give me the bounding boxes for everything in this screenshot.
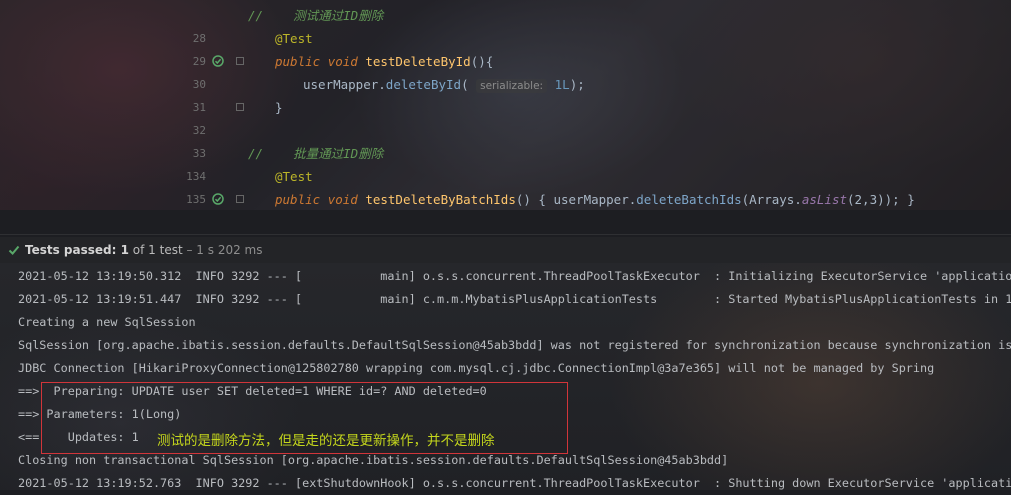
console-line: Creating a new SqlSession — [18, 315, 196, 329]
code-annotation: @Test — [275, 31, 313, 46]
code-text: public void testDeleteById(){ — [275, 50, 493, 73]
keyword: void — [327, 192, 358, 207]
code-line: 135 @Test — [0, 165, 1011, 206]
code-editor[interactable]: 28 // 测试通过ID删除 29 @Test 30 public void t… — [0, 0, 1011, 210]
fold-toggle-icon[interactable] — [236, 195, 244, 203]
code-annotation: @Test — [275, 169, 313, 184]
parameter-hint: serializable: — [476, 79, 548, 93]
console-line: SqlSession [org.apache.ibatis.session.de… — [18, 338, 1011, 352]
code-punct: (){ — [470, 54, 494, 69]
panel-divider[interactable] — [0, 234, 1011, 235]
tests-duration: – 1 s 202 ms — [182, 243, 263, 257]
method-name: testDeleteByBatchIds — [365, 192, 516, 207]
annotation-note: 测试的是删除方法，但是走的还是更新操作，并不是删除 — [157, 433, 495, 449]
code-line: 32 } — [0, 96, 1011, 137]
code-line: 33 — [0, 119, 1011, 160]
code-line: 29 @Test — [0, 27, 1011, 68]
console-line: 2021-05-12 13:19:52.763 INFO 3292 --- [e… — [18, 476, 1011, 490]
method-call: deleteById — [385, 77, 462, 92]
method-name: testDeleteById — [365, 54, 471, 69]
keyword: public — [275, 54, 321, 69]
code-text: public void testDeleteByBatchIds() { use… — [275, 188, 915, 210]
code-punct: ( — [461, 77, 469, 92]
number-literal: 1L — [554, 77, 570, 92]
console-line: 2021-05-12 13:19:50.312 INFO 3292 --- [ … — [18, 269, 1011, 283]
code-comment: // 批量通过ID删除 — [248, 146, 384, 161]
run-test-passed-icon[interactable] — [212, 55, 224, 67]
fold-toggle-icon[interactable] — [236, 57, 244, 65]
console-line: 2021-05-12 13:19:51.447 INFO 3292 --- [ … — [18, 292, 1011, 306]
code-text: (2,3)); } — [847, 192, 915, 207]
code-line: 30 public void testDeleteById(){ — [0, 50, 1011, 91]
run-test-passed-icon[interactable] — [212, 193, 224, 205]
code-object: userMapper. — [303, 77, 386, 92]
code-text: userMapper.deleteById( serializable: 1L)… — [303, 73, 585, 98]
keyword: void — [327, 54, 358, 69]
keyword: public — [275, 192, 321, 207]
tests-passed-count: 1 — [120, 243, 129, 257]
tests-total: of 1 test — [128, 243, 183, 257]
code-text: () { userMapper. — [515, 192, 637, 207]
console-line: JDBC Connection [HikariProxyConnection@1… — [18, 361, 935, 375]
code-text: (Arrays. — [741, 192, 802, 207]
tests-status-prefix: Tests passed: — [25, 243, 121, 257]
tests-status-text: Tests passed: 1 of 1 test – 1 s 202 ms — [25, 237, 262, 263]
code-punct: ); — [569, 77, 585, 92]
code-line: 136 public void testDeleteByBatchIds() {… — [0, 188, 1011, 210]
test-results-bar: Tests passed: 1 of 1 test – 1 s 202 ms — [0, 237, 1011, 263]
code-line: 31 userMapper.deleteById( serializable: … — [0, 73, 1011, 114]
code-line: 134 // 批量通过ID删除 — [0, 142, 1011, 183]
fold-toggle-icon[interactable] — [236, 103, 244, 111]
check-icon — [8, 245, 20, 255]
code-line: 28 // 测试通过ID删除 — [0, 4, 1011, 45]
code-brace: } — [275, 100, 283, 115]
code-comment: // 测试通过ID删除 — [248, 8, 384, 23]
static-method-call: asList — [801, 192, 847, 207]
method-call: deleteBatchIds — [636, 192, 742, 207]
